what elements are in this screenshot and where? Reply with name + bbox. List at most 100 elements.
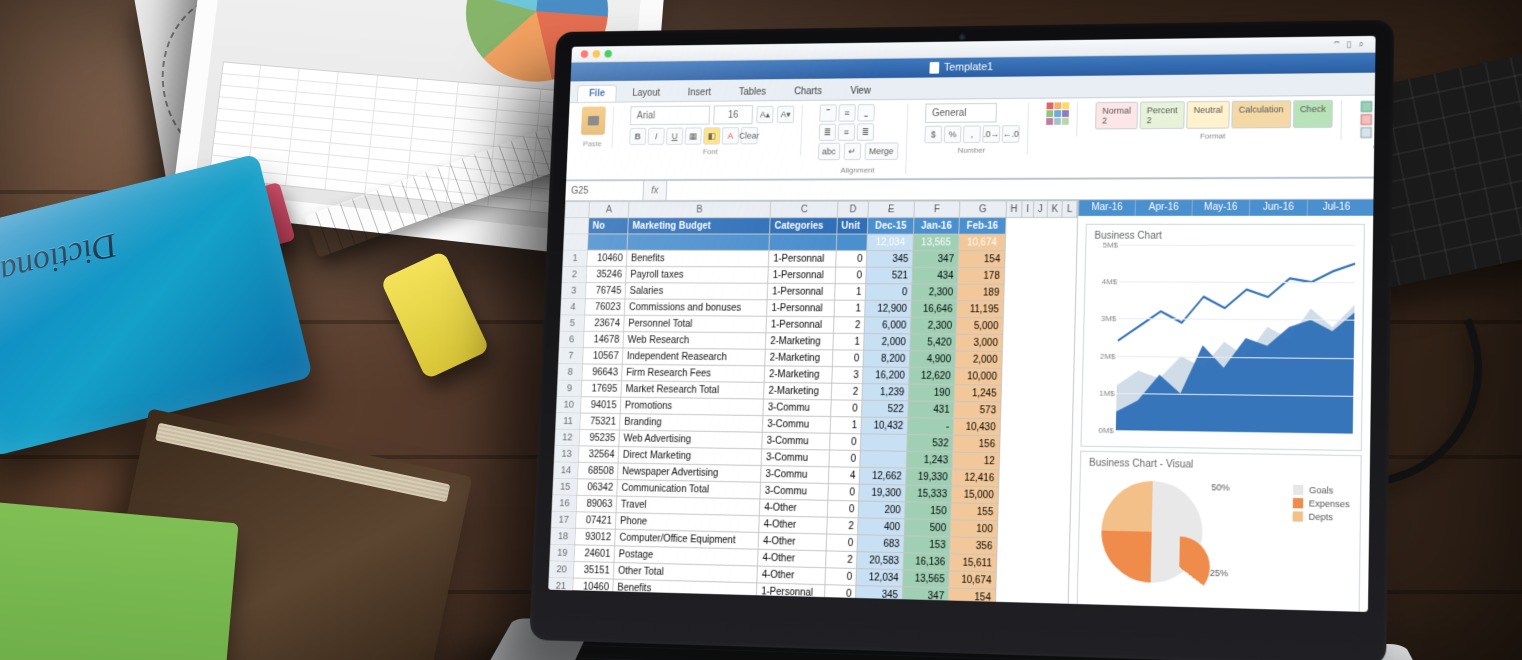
callout-50: 50% xyxy=(1211,482,1230,493)
ribbon-tab-layout[interactable]: Layout xyxy=(620,84,672,102)
formula-bar: G25 fx xyxy=(565,179,1373,202)
ribbon-tab-charts[interactable]: Charts xyxy=(782,82,835,100)
font-size-select[interactable]: 16 xyxy=(713,105,753,124)
fx-icon[interactable]: fx xyxy=(644,185,666,196)
col-header[interactable]: J xyxy=(1033,201,1047,218)
ribbon-tab-file[interactable]: File xyxy=(577,85,617,102)
zoom-window-icon[interactable] xyxy=(604,50,612,58)
number-format-select[interactable]: General xyxy=(925,103,997,123)
clear-button[interactable]: Clear xyxy=(740,127,757,144)
legend-item: Expenses xyxy=(1293,498,1349,509)
font-color-icon[interactable]: A xyxy=(722,127,739,144)
minimize-window-icon[interactable] xyxy=(593,50,601,58)
align-left-icon[interactable]: ≣ xyxy=(819,124,837,141)
delete-cells[interactable]: Delete xyxy=(1360,113,1375,125)
name-box[interactable]: G25 xyxy=(565,181,644,200)
ribbon-tab-insert[interactable]: Insert xyxy=(675,84,723,102)
col-header[interactable] xyxy=(565,202,590,218)
y-tick-label: 5M$ xyxy=(1090,240,1118,249)
battery-icon[interactable]: ▯ xyxy=(1343,39,1355,50)
wrap-text-icon[interactable]: ↵ xyxy=(843,143,861,160)
border-icon[interactable]: ▦ xyxy=(685,127,702,144)
formula-input[interactable] xyxy=(665,179,1373,200)
desk-scene: ⌔ ▯ ⌕ Template1 FileLayoutInsertTablesCh… xyxy=(0,0,1522,660)
merge-button[interactable]: Merge xyxy=(864,142,898,160)
number-label: Number xyxy=(916,146,1027,155)
document-title: Template1 xyxy=(944,61,993,73)
style-calculation[interactable]: Calculation xyxy=(1231,100,1291,128)
pie-title: Business Chart - Visual xyxy=(1089,458,1352,474)
italic-button[interactable]: I xyxy=(648,128,665,145)
add-sheet-button[interactable]: + xyxy=(709,606,731,612)
abc-orientation[interactable]: abc xyxy=(818,143,840,160)
align-right-icon[interactable]: ≣ xyxy=(857,123,875,140)
conditional-format-icon[interactable] xyxy=(1046,102,1069,125)
align-center-icon[interactable]: ≡ xyxy=(838,123,856,140)
close-window-icon[interactable] xyxy=(581,50,589,58)
month-header-strip: Mar-16Apr-16May-16Jun-16Jul-16 xyxy=(1078,200,1373,216)
month-header: Apr-16 xyxy=(1135,200,1192,216)
col-header[interactable]: C xyxy=(771,201,838,217)
table-row[interactable]: 1 10460 Benefits 1-Personnal 0 345 347 1… xyxy=(563,250,1076,268)
increase-font-icon[interactable]: A▴ xyxy=(756,106,774,123)
style-normal[interactable]: Normal 2 xyxy=(1095,102,1138,130)
style-check[interactable]: Check xyxy=(1292,100,1333,128)
align-middle-icon[interactable]: ≡ xyxy=(838,104,856,121)
style-percent[interactable]: Percent 2 xyxy=(1140,101,1185,129)
chart-title: Business Chart xyxy=(1094,231,1355,242)
y-tick-label: 4M$ xyxy=(1089,277,1117,286)
sheet-tab-1[interactable]: Sheet 1 xyxy=(575,602,644,612)
area-chart xyxy=(1116,245,1356,434)
insert-cells[interactable]: Insert xyxy=(1360,100,1375,112)
search-icon[interactable]: ⌕ xyxy=(1355,38,1367,49)
underline-button[interactable]: U xyxy=(666,128,683,145)
window-controls[interactable] xyxy=(579,50,612,58)
font-family-select[interactable]: Arial xyxy=(630,106,710,126)
alignment-label: Alignment xyxy=(810,166,906,175)
font-group: Arial 16 A▴ A▾ B I U ▦ ◧ A xyxy=(621,105,803,157)
ribbon-tab-tables[interactable]: Tables xyxy=(726,83,778,101)
business-chart-box[interactable]: Business Chart 0M$1M$2M$3M$4M$5M$ xyxy=(1080,224,1364,451)
legend-item: Depts xyxy=(1293,511,1349,522)
decrease-font-icon[interactable]: A▾ xyxy=(777,106,795,123)
bold-button[interactable]: B xyxy=(629,128,646,145)
decrease-decimal-icon[interactable]: ←.0 xyxy=(1002,125,1020,143)
ribbon-body: Paste Arial 16 A▴ A▾ B I xyxy=(566,95,1375,181)
col-header[interactable]: F xyxy=(914,201,960,218)
cells-label: Cells xyxy=(1352,142,1376,151)
col-header[interactable]: E xyxy=(868,201,914,218)
month-header: May-16 xyxy=(1191,200,1249,216)
currency-icon[interactable]: $ xyxy=(924,126,942,144)
month-header: Jul-16 xyxy=(1307,200,1366,216)
cells-group: Insert Delete Format Cells xyxy=(1352,99,1376,151)
col-header[interactable]: A xyxy=(589,202,629,218)
table-row[interactable]: 23 76745 Salaries 1-Personnal 1 0 2,300 … xyxy=(548,611,1066,612)
donut-chart xyxy=(1100,480,1203,584)
legend-item: Goals xyxy=(1293,485,1349,496)
comma-icon[interactable]: , xyxy=(963,125,981,143)
percent-icon[interactable]: % xyxy=(944,126,962,144)
col-header[interactable]: H xyxy=(1006,201,1022,218)
increase-decimal-icon[interactable]: .0→ xyxy=(982,125,1000,143)
pie-chart-box[interactable]: Business Chart - Visual 50% 25% GoalsExp… xyxy=(1077,451,1362,612)
align-top-icon[interactable]: ⎴ xyxy=(819,104,837,121)
fill-color-icon[interactable]: ◧ xyxy=(703,127,720,144)
spreadsheet-grid[interactable]: ABCDEFGHIJKL No Marketing Budget Categor… xyxy=(548,200,1077,612)
ribbon-tab-view[interactable]: View xyxy=(838,82,884,100)
col-header[interactable]: K xyxy=(1047,201,1063,218)
style-neutral[interactable]: Neutral xyxy=(1186,101,1230,129)
col-header[interactable]: D xyxy=(837,201,868,218)
laptop-bezel: ⌔ ▯ ⌕ Template1 FileLayoutInsertTablesCh… xyxy=(529,20,1394,660)
col-header[interactable]: G xyxy=(960,201,1007,218)
col-header[interactable]: L xyxy=(1062,201,1077,218)
format-cells[interactable]: Format xyxy=(1360,126,1376,138)
col-header[interactable]: I xyxy=(1022,201,1034,218)
wifi-icon[interactable]: ⌔ xyxy=(1331,39,1343,50)
sheet-tab-2[interactable]: Sheet 2 xyxy=(642,604,711,612)
styles-group: Normal 2 Percent 2 Neutral Calculation C… xyxy=(1087,100,1342,141)
chart-pane: Mar-16Apr-16May-16Jun-16Jul-16 Business … xyxy=(1067,200,1373,612)
col-header[interactable]: B xyxy=(629,201,772,217)
paste-icon[interactable] xyxy=(581,106,606,134)
align-bottom-icon[interactable]: ⎵ xyxy=(857,104,875,121)
alignment-group: ⎴ ≡ ⎵ ≣ ≡ ≣ abc ↵ Merge xyxy=(810,104,908,175)
